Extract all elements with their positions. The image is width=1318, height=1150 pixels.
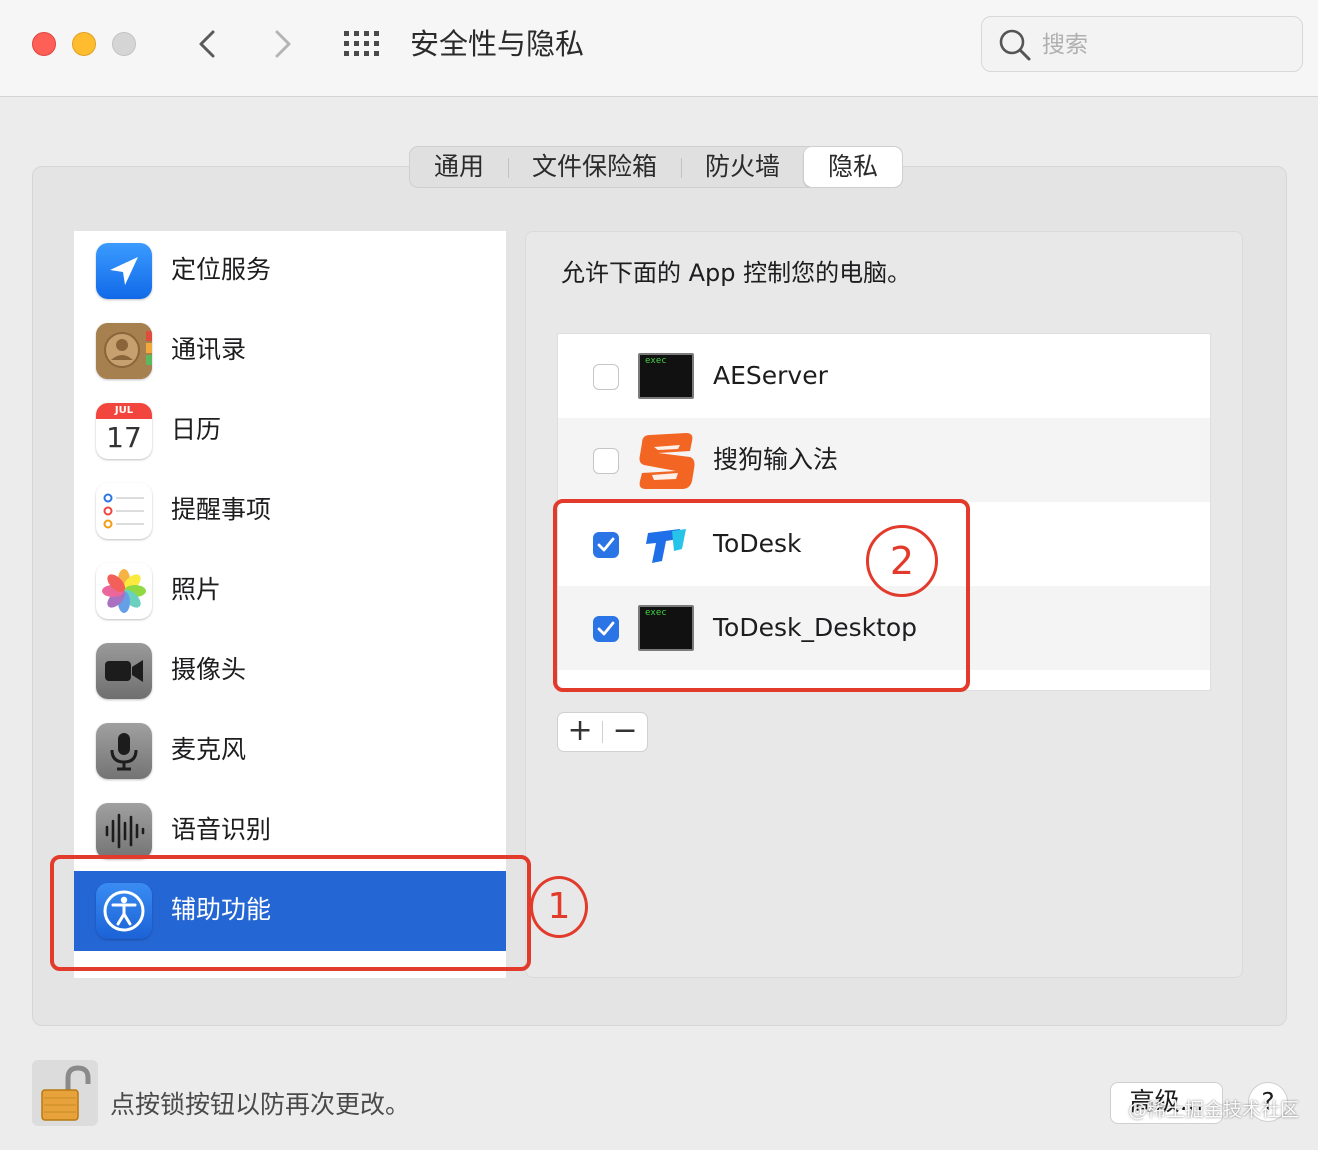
zoom-window-button[interactable]: [112, 32, 136, 56]
minimize-window-button[interactable]: [72, 32, 96, 56]
app-name: 搜狗输入法: [713, 445, 839, 474]
calendar-day: 17: [106, 421, 142, 454]
annotation-box-1: [50, 855, 531, 971]
remove-app-button[interactable]: −: [603, 713, 647, 751]
chevron-left-icon: [199, 30, 215, 58]
search-icon: [999, 29, 1031, 61]
sidebar-item-reminders[interactable]: 提醒事项: [74, 471, 506, 551]
sidebar-item-camera[interactable]: 摄像头: [74, 631, 506, 711]
exec-terminal-icon: exec: [638, 349, 694, 405]
window-title: 安全性与隐私: [410, 27, 585, 61]
speech-recognition-icon: [96, 803, 152, 859]
unlocked-padlock-icon: [32, 1060, 98, 1126]
tab-privacy[interactable]: 隐私: [804, 147, 903, 187]
list-item-sogou[interactable]: 搜狗输入法: [558, 418, 1210, 502]
lock-hint-text: 点按锁按钮以防再次更改。: [110, 1090, 411, 1119]
calendar-icon: JUL 17: [96, 403, 152, 459]
annotation-marker-2: 2: [866, 525, 938, 597]
close-window-button[interactable]: [32, 32, 56, 56]
sidebar-item-label: 通讯录: [171, 335, 247, 364]
sidebar-item-contacts[interactable]: 通讯录: [74, 311, 506, 391]
tab-general[interactable]: 通用: [410, 147, 508, 187]
search-input[interactable]: [1042, 27, 1282, 63]
contacts-icon: [96, 323, 152, 379]
add-remove-control: + −: [557, 712, 648, 752]
app-name: AEServer: [713, 361, 828, 390]
reminders-icon: [96, 483, 152, 539]
photos-icon: [96, 563, 152, 619]
location-arrow-icon: [96, 243, 152, 299]
sidebar-item-label: 麦克风: [171, 735, 247, 764]
sidebar-item-photos[interactable]: 照片: [74, 551, 506, 631]
sidebar-item-location-services[interactable]: 定位服务: [74, 231, 506, 311]
sidebar-item-label: 日历: [171, 415, 222, 444]
list-item-aeserver[interactable]: exec AEServer: [558, 334, 1210, 418]
sogou-icon: [638, 433, 695, 489]
tab-filevault[interactable]: 文件保险箱: [508, 147, 681, 187]
sidebar-item-label: 定位服务: [171, 255, 272, 284]
forward-button[interactable]: [262, 24, 302, 64]
search-field[interactable]: [981, 16, 1303, 72]
sidebar-item-label: 提醒事项: [171, 495, 272, 524]
back-button[interactable]: [188, 24, 228, 64]
permission-description: 允许下面的 App 控制您的电脑。: [561, 259, 912, 287]
chevron-right-icon: [275, 30, 291, 58]
microphone-icon: [96, 723, 152, 779]
tab-bar: 通用 文件保险箱 防火墙 隐私: [409, 146, 904, 188]
sidebar-item-microphone[interactable]: 麦克风: [74, 711, 506, 791]
sidebar-item-calendar[interactable]: JUL 17 日历: [74, 391, 506, 471]
annotation-marker-1: 1: [530, 876, 588, 938]
title-bar: 安全性与隐私: [0, 0, 1318, 97]
exec-icon-label: exec: [645, 356, 667, 366]
sidebar-item-label: 摄像头: [171, 655, 247, 684]
show-all-button[interactable]: [343, 30, 381, 58]
calendar-month: JUL: [96, 403, 152, 419]
checkbox-sogou[interactable]: [593, 448, 619, 474]
grid-icon: [344, 31, 379, 56]
tab-firewall[interactable]: 防火墙: [681, 147, 804, 187]
checkbox-aeserver[interactable]: [593, 364, 619, 390]
watermark-text: @稀土掘金技术社区: [1128, 1099, 1300, 1121]
add-app-button[interactable]: +: [558, 713, 602, 751]
lock-button[interactable]: [32, 1060, 98, 1126]
sidebar-item-label: 照片: [171, 575, 222, 604]
camera-icon: [96, 643, 152, 699]
